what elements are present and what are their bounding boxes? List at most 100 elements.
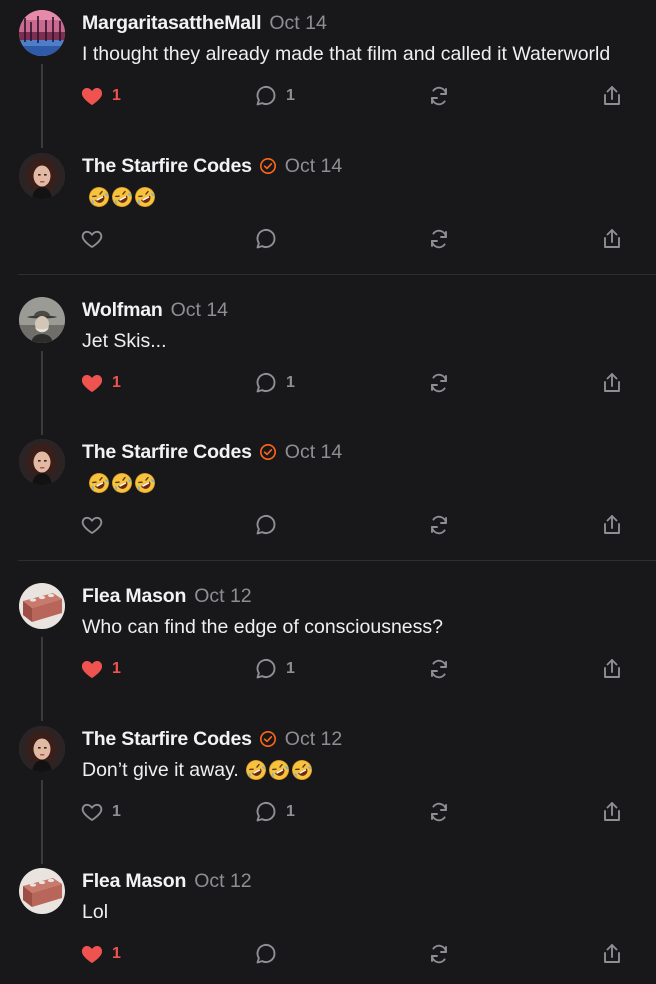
author-name[interactable]: Wolfman (82, 299, 163, 322)
comment-text: Lol (82, 900, 109, 923)
author-name[interactable]: Flea Mason (82, 585, 186, 608)
reply-button[interactable]: 1 (254, 369, 295, 397)
share-icon (604, 86, 620, 105)
comment-body: Jet Skis... (82, 327, 167, 355)
reply-button[interactable] (254, 940, 286, 968)
timestamp[interactable]: Oct 12 (194, 870, 251, 893)
avatar[interactable] (19, 583, 65, 629)
avatar[interactable] (19, 868, 65, 914)
like-button[interactable]: 1 (80, 82, 121, 110)
reply-button[interactable] (254, 225, 286, 253)
avatar[interactable] (19, 153, 65, 199)
share-icon (604, 802, 620, 821)
comment-header: Flea Mason Oct 12 (82, 583, 252, 609)
brick-avatar (19, 583, 65, 629)
restack-button[interactable] (427, 798, 451, 826)
action-bar: 1 1 (0, 798, 656, 826)
comment-count: 1 (286, 803, 295, 820)
rofl-emoji-icon (291, 760, 312, 780)
restack-icon (431, 944, 447, 964)
comment-body: Lol (82, 898, 108, 926)
comment: MargaritasattheMall Oct 14 I thought the… (0, 10, 656, 152)
share-button[interactable] (600, 511, 624, 539)
emoji-group-visual (88, 186, 157, 208)
timestamp[interactable]: Oct 14 (285, 441, 342, 464)
restack-button[interactable] (427, 82, 451, 110)
comment-body: 🤣🤣🤣 (82, 183, 157, 211)
hat-man-avatar (19, 297, 65, 343)
author-name[interactable]: The Starfire Codes (82, 728, 252, 751)
share-button[interactable] (600, 82, 624, 110)
heart-outline-icon (81, 516, 103, 534)
comment-header: The Starfire Codes Oct 14 (82, 153, 342, 179)
like-count: 1 (112, 87, 121, 104)
reply-button[interactable] (254, 511, 286, 539)
restack-button[interactable] (427, 225, 451, 253)
action-bar: 1 1 (0, 82, 656, 110)
like-button[interactable]: 1 (80, 369, 121, 397)
author-name[interactable]: The Starfire Codes (82, 155, 252, 178)
like-button[interactable] (80, 511, 112, 539)
reply-button[interactable]: 1 (254, 655, 295, 683)
avatar[interactable] (19, 10, 65, 56)
timestamp[interactable]: Oct 12 (194, 585, 251, 608)
verified-check-icon (259, 158, 276, 174)
share-button[interactable] (600, 225, 624, 253)
restack-button[interactable] (427, 940, 451, 968)
comment-bubble-icon (256, 85, 276, 106)
share-button[interactable] (600, 655, 624, 683)
timestamp[interactable]: Oct 14 (171, 299, 228, 322)
comment-header: The Starfire Codes Oct 12 (82, 726, 342, 752)
restack-icon (431, 373, 447, 393)
restack-button[interactable] (427, 655, 451, 683)
heart-filled-icon (81, 661, 103, 678)
author-name[interactable]: Flea Mason (82, 870, 186, 893)
action-bar: 1 1 (0, 369, 656, 397)
like-button[interactable]: 1 (80, 798, 121, 826)
heart-filled-icon (81, 946, 103, 963)
restack-button[interactable] (427, 511, 451, 539)
like-button[interactable] (80, 225, 112, 253)
timestamp[interactable]: Oct 12 (285, 728, 342, 751)
comment-header: The Starfire Codes Oct 14 (82, 439, 342, 465)
comment-bubble-icon (256, 372, 276, 393)
reply-button[interactable]: 1 (254, 82, 295, 110)
share-icon (604, 515, 620, 534)
emoji-group-visual (88, 472, 157, 494)
timestamp[interactable]: Oct 14 (285, 155, 342, 178)
sunset-lake-avatar (19, 10, 65, 56)
comment-count: 1 (286, 374, 295, 391)
comment: The Starfire Codes Oct 12 Don’t give it … (0, 726, 656, 868)
woman-portrait-avatar (19, 726, 65, 772)
comment-text: Don’t give it away. (82, 758, 239, 781)
restack-icon (431, 659, 447, 679)
restack-icon (431, 802, 447, 822)
avatar[interactable] (19, 439, 65, 485)
comment-text: I thought they already made that film an… (82, 42, 611, 65)
share-button[interactable] (600, 369, 624, 397)
verified-check-icon (259, 731, 276, 747)
avatar[interactable] (19, 297, 65, 343)
comment-header: Wolfman Oct 14 (82, 297, 228, 323)
rofl-emoji-icon (112, 187, 132, 207)
comment-bubble-icon (256, 801, 276, 822)
share-icon (604, 659, 620, 678)
restack-button[interactable] (427, 369, 451, 397)
rofl-emoji-icon (89, 187, 109, 207)
verified-badge (259, 157, 277, 175)
author-name[interactable]: The Starfire Codes (82, 441, 252, 464)
reply-button[interactable]: 1 (254, 798, 295, 826)
timestamp[interactable]: Oct 14 (269, 12, 326, 35)
share-button[interactable] (600, 940, 624, 968)
comment: Flea Mason Oct 12 Lol 1 (0, 868, 656, 984)
share-button[interactable] (600, 798, 624, 826)
like-button[interactable]: 1 (80, 655, 121, 683)
comment-text: Who can find the edge of consciousness? (82, 615, 443, 638)
comment-body: Don’t give it away. 🤣🤣🤣 (82, 756, 314, 784)
avatar[interactable] (19, 726, 65, 772)
like-button[interactable]: 1 (80, 940, 121, 968)
author-name[interactable]: MargaritasattheMall (82, 12, 262, 35)
comment-bubble-icon (256, 228, 276, 249)
woman-portrait-avatar (19, 439, 65, 485)
comment-header: Flea Mason Oct 12 (82, 868, 252, 894)
